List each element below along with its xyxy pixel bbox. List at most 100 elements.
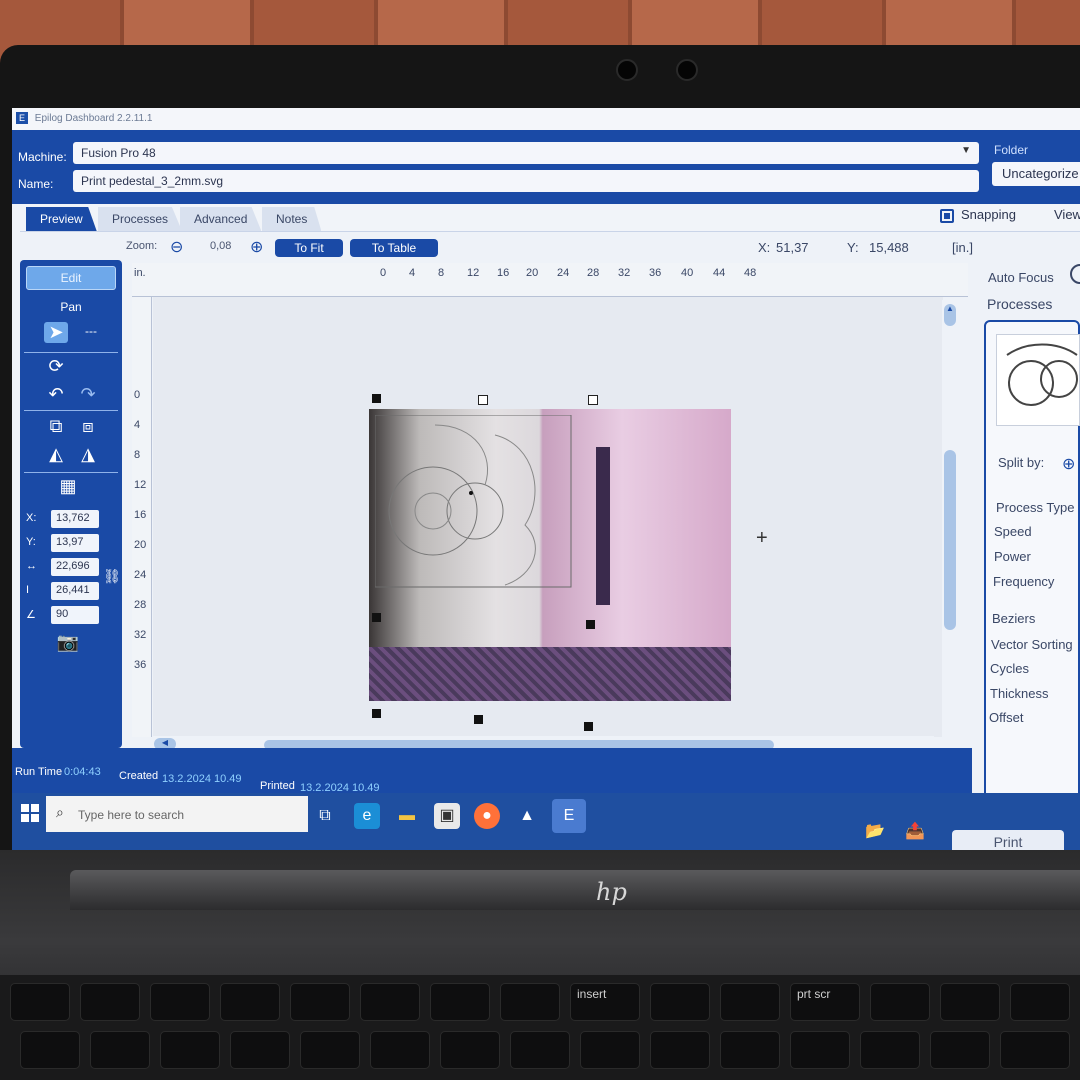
keyboard-key — [220, 983, 280, 1021]
group-icon[interactable]: ⧉ — [44, 416, 68, 437]
design-artwork[interactable] — [375, 415, 575, 595]
rotate-handle[interactable] — [478, 395, 488, 405]
resize-handle[interactable] — [372, 613, 381, 622]
keyboard-key — [500, 983, 560, 1021]
resize-handle[interactable] — [586, 620, 595, 629]
cursor-y-label: Y: — [847, 240, 859, 255]
add-split-icon[interactable]: ⊕ — [1062, 454, 1075, 474]
zoom-in-icon[interactable]: ⊕ — [250, 237, 268, 256]
keyboard-key — [150, 983, 210, 1021]
canvas-toolbar: Zoom: ⊖ 0,08 ⊕ To Fit To Table X: 51,37 … — [20, 232, 1080, 262]
pan-button[interactable]: Pan — [20, 300, 122, 314]
thumb-wing — [1006, 343, 1078, 356]
zoom-value: 0,08 — [210, 240, 232, 252]
task-view-icon[interactable]: ⧉ — [312, 803, 338, 829]
height-input[interactable]: 26,441 — [51, 582, 99, 600]
ruler-tick: 12 — [467, 267, 480, 279]
title-bar: E Epilog Dashboard 2.2.11.1 — [12, 108, 1080, 130]
firefox-icon[interactable]: ● — [474, 803, 500, 829]
ruler-tick: 16 — [134, 509, 147, 521]
ruler-tick: 40 — [681, 267, 694, 279]
folder-label: Folder — [994, 143, 1029, 157]
to-fit-button[interactable]: To Fit — [275, 239, 343, 257]
windows-start-icon[interactable] — [20, 803, 40, 823]
scroll-up-icon[interactable]: ▲ — [944, 304, 956, 326]
select-cursor-icon[interactable]: ➤ — [44, 322, 68, 343]
keyboard-key — [90, 1031, 150, 1069]
run-time-label: Run Time — [15, 766, 63, 778]
undo-icon[interactable]: ↶ — [44, 384, 68, 405]
ruler-unit: in. — [134, 267, 146, 279]
keyboard-key — [650, 1031, 710, 1069]
job-header: Machine: Fusion Pro 48 ▼ Name: Print ped… — [12, 130, 1080, 204]
refresh-icon[interactable]: ⟳ — [44, 356, 68, 377]
keyboard-key — [510, 1031, 570, 1069]
gear-outline — [414, 492, 452, 530]
ruler-tick: 24 — [134, 569, 147, 581]
ruler-tick: 8 — [438, 267, 445, 279]
run-time-value: 0:04:43 — [64, 766, 101, 778]
position-x-input[interactable]: 13,762 — [51, 510, 99, 528]
keyboard-key — [720, 1031, 780, 1069]
file-explorer-icon[interactable]: ▬ — [394, 803, 420, 829]
resize-handle[interactable] — [474, 715, 483, 724]
prt-scr-key: prt scr — [790, 983, 860, 1021]
tab-notes[interactable]: Notes — [262, 207, 322, 231]
ruler-tick: 28 — [134, 599, 147, 611]
search-icon: ⌕ — [56, 804, 64, 820]
import-folder-icon[interactable]: 📂 — [862, 819, 888, 845]
snapping-checkbox[interactable] — [940, 209, 954, 223]
hp-logo: hp — [596, 878, 627, 906]
machine-select[interactable]: Fusion Pro 48 ▼ — [73, 142, 979, 164]
ruler-tick: 36 — [649, 267, 662, 279]
ruler-left: 0 4 8 12 16 20 24 28 32 36 — [132, 297, 152, 737]
ruler-tick: 44 — [713, 267, 726, 279]
param-power: Power — [994, 549, 1031, 564]
edge-icon[interactable]: e — [354, 803, 380, 829]
taskbar-search-input[interactable]: ⌕ Type here to search — [46, 796, 308, 832]
chevron-down-icon: ▼ — [961, 145, 971, 156]
ruler-tick: 8 — [134, 449, 141, 461]
tab-processes[interactable]: Processes — [98, 207, 183, 231]
resize-handle[interactable] — [372, 709, 381, 718]
edit-button[interactable]: Edit — [26, 266, 116, 290]
ungroup-icon[interactable]: ⧈ — [76, 416, 100, 437]
job-name-field[interactable]: Print pedestal_3_2mm.svg — [73, 170, 979, 192]
tab-advanced[interactable]: Advanced — [180, 207, 262, 231]
vertical-scroll-thumb[interactable] — [944, 450, 956, 630]
rotation-input[interactable]: 90 — [51, 606, 99, 624]
ruler-tick: 36 — [134, 659, 147, 671]
design-canvas[interactable]: + — [153, 297, 943, 737]
tab-preview[interactable]: Preview — [26, 207, 97, 231]
status-bar: Run Time 0:04:43 Created 13.2.2024 10.49… — [12, 748, 972, 794]
export-folder-icon[interactable]: 📤 — [902, 819, 928, 845]
keyboard-key — [870, 983, 930, 1021]
view-menu[interactable]: View — [1054, 207, 1080, 222]
gear-outline — [388, 466, 478, 556]
rotate-handle[interactable] — [588, 395, 598, 405]
keyboard-key — [720, 983, 780, 1021]
position-y-input[interactable]: 13,97 — [51, 534, 99, 552]
laser-bar-part — [596, 447, 610, 605]
flip-horizontal-icon[interactable]: ◭ — [44, 444, 68, 465]
resize-handle[interactable] — [372, 394, 381, 403]
keyboard-key — [160, 1031, 220, 1069]
resize-handle[interactable] — [584, 722, 593, 731]
tool-panel: Edit Pan ➤ --- ⟳ ↶ ↷ ⧉ ⧈ ◭ ◮ ▦ X: 13,762… — [20, 260, 122, 748]
array-grid-icon[interactable]: ▦ — [56, 476, 80, 497]
to-table-button[interactable]: To Table — [350, 239, 438, 257]
store-icon[interactable]: ▣ — [434, 803, 460, 829]
link-proportions-icon[interactable]: ⛓ — [100, 568, 124, 585]
ruler-tick: 28 — [587, 267, 600, 279]
zoom-out-icon[interactable]: ⊖ — [170, 237, 188, 256]
ruler-tick: 16 — [497, 267, 510, 279]
camera-icon[interactable]: 📷 — [56, 632, 80, 653]
width-input[interactable]: 22,696 — [51, 558, 99, 576]
folder-select[interactable]: Uncategorize — [992, 162, 1080, 186]
epilog-dashboard-taskbar-icon[interactable]: E — [552, 799, 586, 833]
inkscape-icon[interactable]: ▲ — [514, 803, 540, 829]
width-label: ↔ — [26, 560, 37, 572]
flip-vertical-icon[interactable]: ◮ — [76, 444, 100, 465]
redo-icon[interactable]: ↷ — [76, 384, 100, 405]
created-value: 13.2.2024 10.49 — [162, 773, 242, 785]
